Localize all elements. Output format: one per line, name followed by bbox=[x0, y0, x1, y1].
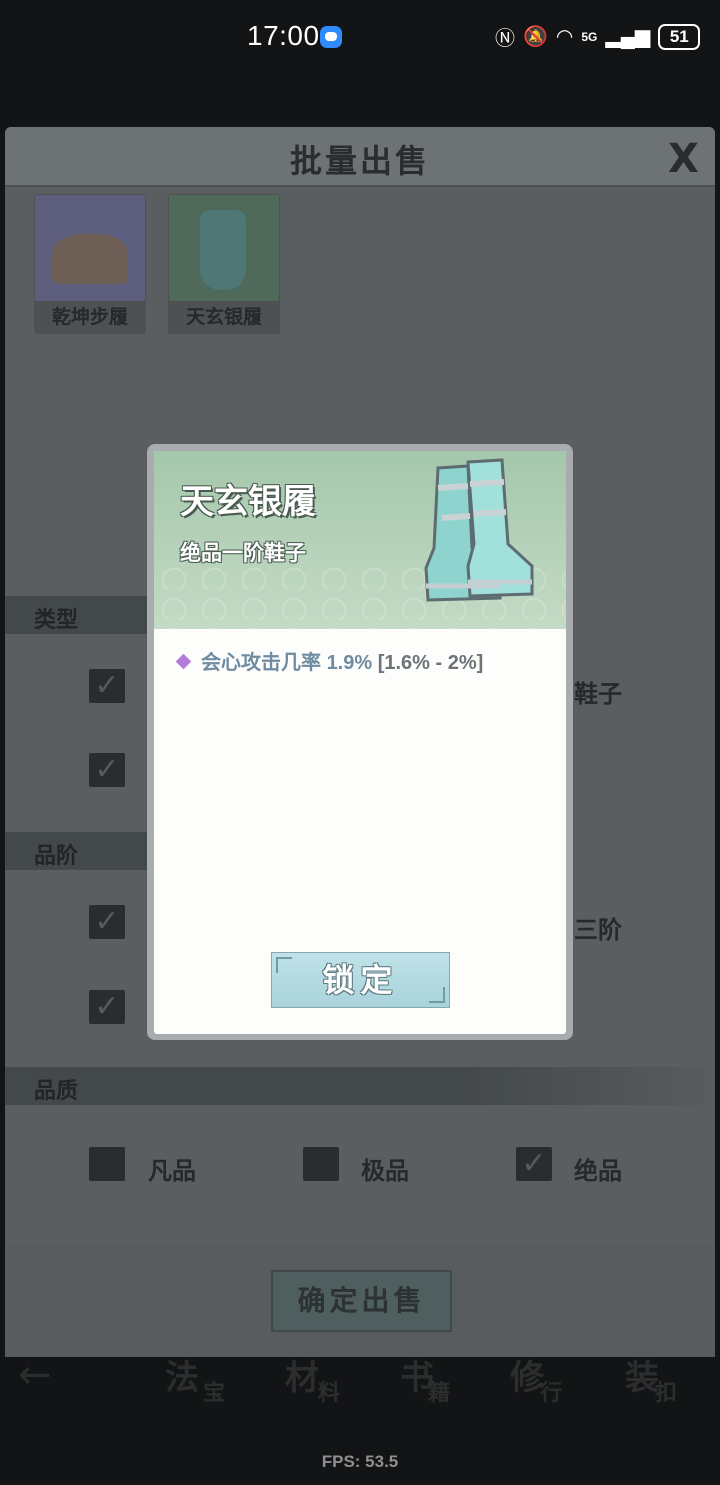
network-type: 5G bbox=[581, 29, 598, 44]
boots-icon bbox=[169, 195, 279, 301]
stat-name: 会心攻击几率 bbox=[201, 652, 321, 674]
section-label-quality: 品质 bbox=[34, 1079, 79, 1104]
mute-icon: 🔕 bbox=[523, 26, 548, 48]
quality-option-label: 绝品 bbox=[574, 1157, 622, 1185]
signal-icon: ▂▄▆ bbox=[605, 26, 651, 48]
nfc-icon: Ⓝ bbox=[495, 28, 515, 50]
quality-checkbox-common[interactable] bbox=[89, 1147, 125, 1181]
boots-icon bbox=[35, 195, 145, 301]
grade-option-three: 三阶 bbox=[574, 916, 622, 944]
nav-item-sub: 扣 bbox=[655, 1381, 678, 1406]
nav-item[interactable]: 装 bbox=[625, 1350, 659, 1399]
corner-ornament-icon bbox=[276, 957, 292, 973]
boots-icon bbox=[424, 458, 534, 602]
grade-checkbox-1[interactable]: ✓ bbox=[89, 905, 125, 939]
item-card[interactable]: 乾坤步履 bbox=[34, 194, 146, 334]
type-checkbox-2[interactable]: ✓ bbox=[89, 753, 125, 787]
wifi-icon: ◠ bbox=[555, 26, 574, 48]
nav-item[interactable]: 材 bbox=[285, 1350, 319, 1399]
diamond-bullet-icon bbox=[175, 653, 192, 670]
item-name: 乾坤步履 bbox=[51, 306, 128, 328]
nav-item[interactable]: 修 bbox=[510, 1350, 544, 1399]
battery-icon: 51 bbox=[658, 23, 701, 50]
type-checkbox-1[interactable]: ✓ bbox=[89, 669, 125, 703]
corner-ornament-icon bbox=[429, 987, 445, 1003]
nav-item[interactable]: 法 bbox=[165, 1350, 199, 1399]
item-card[interactable]: 天玄银履 bbox=[168, 194, 280, 334]
lock-button[interactable]: 锁定 bbox=[271, 952, 450, 1008]
close-icon[interactable]: X bbox=[668, 136, 699, 182]
stat-value: 1.9% bbox=[326, 652, 373, 674]
panel-title: 批量出售 bbox=[289, 142, 430, 180]
item-name: 天玄银履 bbox=[185, 306, 262, 328]
fps-counter: FPS: 53.5 bbox=[321, 1452, 399, 1471]
section-label-grade: 品阶 bbox=[34, 844, 79, 869]
confirm-sell-button[interactable]: 确定出售 bbox=[271, 1270, 452, 1332]
status-icons: Ⓝ 🔕 ◠ 5G ▂▄▆ 51 bbox=[495, 22, 701, 51]
nav-item-sub: 籍 bbox=[428, 1381, 451, 1406]
popup-item-title: 天玄银履 bbox=[180, 482, 316, 522]
nav-item-sub: 宝 bbox=[203, 1381, 226, 1406]
quality-option-label: 极品 bbox=[361, 1157, 409, 1185]
status-bar: 17:00 Ⓝ 🔕 ◠ 5G ▂▄▆ 51 bbox=[0, 0, 720, 76]
stat-row: 会心攻击几率 1.9% [1.6% - 2%] bbox=[175, 646, 484, 675]
grade-checkbox-2[interactable]: ✓ bbox=[89, 990, 125, 1024]
stat-range: [1.6% - 2%] bbox=[377, 652, 484, 674]
type-option-shoes: 鞋子 bbox=[574, 680, 622, 708]
section-label-type: 类型 bbox=[34, 608, 79, 633]
nav-item-sub: 行 bbox=[540, 1381, 563, 1406]
status-time: 17:00 bbox=[247, 20, 320, 51]
back-arrow-icon[interactable]: ← bbox=[18, 1352, 52, 1398]
nav-item-sub: 料 bbox=[318, 1381, 341, 1406]
popup-item-subtitle: 绝品一阶鞋子 bbox=[180, 541, 306, 565]
quality-checkbox-supreme[interactable]: ✓ bbox=[516, 1147, 552, 1181]
message-notification-icon bbox=[320, 26, 342, 48]
section-header-quality bbox=[5, 1067, 705, 1105]
quality-checkbox-superior[interactable] bbox=[303, 1147, 339, 1181]
quality-option-label: 凡品 bbox=[148, 1157, 196, 1185]
lock-button-label: 锁定 bbox=[322, 961, 399, 999]
